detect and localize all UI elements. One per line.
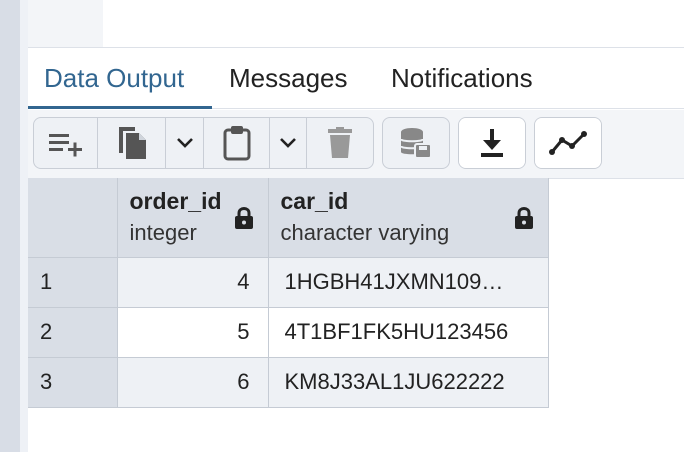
copy-options-dropdown[interactable] bbox=[166, 118, 204, 168]
delete-button[interactable] bbox=[307, 118, 373, 168]
save-data-icon bbox=[400, 128, 432, 159]
tab-divider bbox=[212, 108, 684, 109]
row-number-header[interactable] bbox=[28, 178, 118, 258]
panel-gutter bbox=[20, 0, 28, 452]
tab-data-output[interactable]: Data Output bbox=[44, 62, 184, 108]
car-id-cell[interactable]: 4T1BF1FK5HU123456 bbox=[268, 307, 549, 358]
add-row-icon bbox=[48, 134, 82, 157]
car-id-cell[interactable]: KM8J33AL1JU622222 bbox=[268, 357, 549, 408]
car-id-cell[interactable]: 1HGBH41JXMN109… bbox=[268, 257, 549, 308]
paste-button[interactable] bbox=[204, 118, 270, 168]
paste-options-dropdown[interactable] bbox=[270, 118, 307, 168]
editor-gutter bbox=[28, 0, 103, 48]
tab-messages[interactable]: Messages bbox=[229, 62, 348, 108]
copy-icon bbox=[118, 127, 146, 159]
row-number[interactable]: 2 bbox=[28, 307, 118, 358]
download-icon bbox=[481, 129, 503, 157]
table-row[interactable]: 3 6 KM8J33AL1JU622222 bbox=[28, 357, 549, 408]
result-tabs: Data Output Messages Notifications bbox=[28, 48, 684, 110]
copy-button[interactable] bbox=[98, 118, 166, 168]
active-tab-indicator bbox=[28, 106, 212, 109]
column-type: integer bbox=[129, 220, 197, 245]
add-row-button[interactable] bbox=[34, 118, 98, 168]
lock-icon bbox=[514, 207, 533, 229]
row-number[interactable]: 1 bbox=[28, 257, 118, 308]
column-header-car-id[interactable]: car_id character varying bbox=[268, 178, 549, 258]
column-header-order-id[interactable]: order_id integer bbox=[117, 178, 269, 258]
order-id-cell[interactable]: 6 bbox=[117, 357, 269, 408]
column-type: character varying bbox=[280, 220, 450, 245]
left-panel-edge bbox=[0, 0, 20, 452]
table-row[interactable]: 1 4 1HGBH41JXMN109… bbox=[28, 257, 549, 308]
graph-visualiser-button[interactable] bbox=[535, 118, 601, 168]
graph-visualiser-icon bbox=[549, 131, 587, 155]
download-group bbox=[458, 117, 526, 169]
order-id-cell[interactable]: 4 bbox=[117, 257, 269, 308]
order-id-cell[interactable]: 5 bbox=[117, 307, 269, 358]
lock-icon bbox=[234, 207, 253, 229]
tab-notifications[interactable]: Notifications bbox=[391, 62, 533, 108]
table-row[interactable]: 2 5 4T1BF1FK5HU123456 bbox=[28, 307, 549, 358]
delete-icon bbox=[328, 127, 352, 158]
row-number[interactable]: 3 bbox=[28, 357, 118, 408]
save-data-group bbox=[382, 117, 450, 169]
data-output-toolbar bbox=[28, 110, 684, 179]
graph-group bbox=[534, 117, 602, 169]
query-tool-results-panel: Data Output Messages Notifications order… bbox=[0, 0, 684, 452]
paste-icon bbox=[223, 126, 250, 161]
column-name: order_id bbox=[129, 188, 222, 214]
column-name: car_id bbox=[280, 188, 349, 214]
download-button[interactable] bbox=[459, 118, 525, 168]
chevron-down-icon bbox=[176, 138, 193, 148]
save-data-button[interactable] bbox=[383, 118, 449, 168]
chevron-down-icon bbox=[280, 138, 296, 148]
edit-button-group bbox=[33, 117, 374, 169]
data-grid: order_id integer car_id character varyin… bbox=[28, 178, 549, 408]
